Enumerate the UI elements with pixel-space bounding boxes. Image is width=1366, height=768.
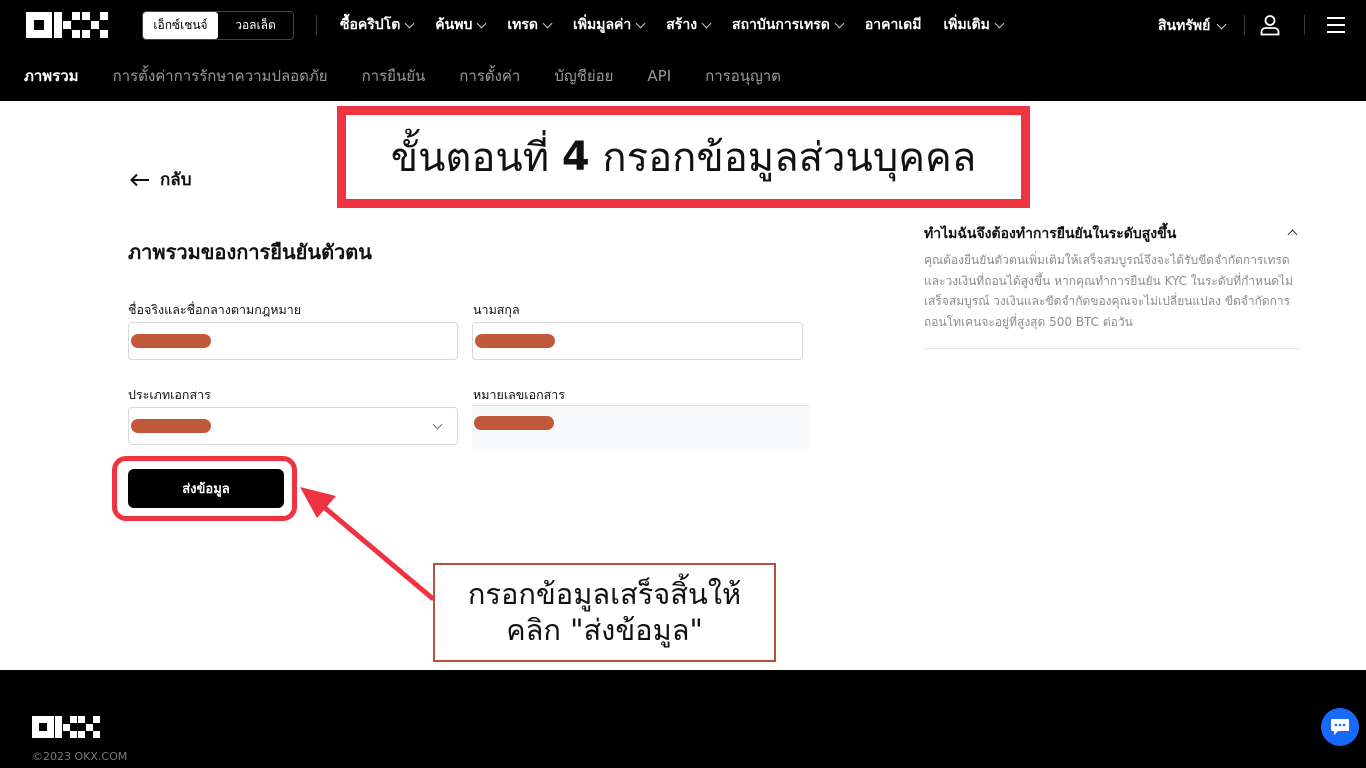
- menu-label: เทรด: [507, 17, 538, 33]
- menu-label: เพิ่มเติม: [943, 17, 990, 33]
- menu-label: เพิ่มมูลค่า: [572, 17, 632, 33]
- callout-line-2: คลิก "ส่งข้อมูล": [506, 612, 703, 647]
- faq-answer: คุณต้องยืนยันตัวตนเพิ่มเติมให้เสร็จสมบูร…: [924, 253, 1294, 329]
- tab-security-settings[interactable]: การตั้งค่าการรักษาความปลอดภัย: [113, 64, 328, 88]
- chevron-down-icon: [834, 18, 845, 28]
- step-prefix: ขั้นตอนที่: [390, 135, 562, 181]
- nav-divider: [1244, 15, 1245, 35]
- first-name-input[interactable]: [128, 322, 458, 360]
- nav-divider: [316, 15, 317, 35]
- back-link[interactable]: กลับ: [130, 166, 192, 193]
- document-type-label: ประเภทเอกสาร: [128, 387, 211, 402]
- assets-label: สินทรัพย์: [1158, 18, 1211, 34]
- copyright-text: ©2023 OKX.COM: [32, 750, 128, 763]
- document-number-label: หมายเลขเอกสาร: [473, 387, 566, 402]
- step-number: 4: [561, 134, 590, 180]
- back-label: กลับ: [160, 170, 192, 190]
- menu-institutional[interactable]: สถาบันการเทรด: [732, 14, 845, 36]
- toggle-wallet[interactable]: วอลเล็ต: [218, 12, 293, 39]
- step-annotation-banner: ขั้นตอนที่ 4 กรอกข้อมูลส่วนบุคคล: [337, 106, 1030, 208]
- footer: ©2023 OKX.COM: [0, 670, 1366, 768]
- footer-okx-logo[interactable]: [32, 716, 100, 738]
- main-menu: ซื้อคริปโต ค้นพบ เทรด เพิ่มมูลค่า สร้าง …: [340, 0, 1005, 50]
- top-navigation-bar: เอ็กซ์เชนจ์ วอลเล็ต ซื้อคริปโต ค้นพบ เทร…: [0, 0, 1366, 50]
- faq-question[interactable]: ทำไมฉันจึงต้องทำการยืนยันในระดับสูงขึ้น: [924, 223, 1244, 245]
- last-name-input[interactable]: [472, 322, 803, 360]
- redacted-value: [474, 416, 554, 430]
- arrow-left-icon: [130, 173, 149, 186]
- menu-buy-crypto[interactable]: ซื้อคริปโต: [340, 14, 415, 36]
- exchange-wallet-toggle: เอ็กซ์เชนจ์ วอลเล็ต: [142, 11, 294, 40]
- menu-label: อาคาเดมี: [864, 17, 922, 33]
- redacted-value: [475, 334, 555, 348]
- tab-sub-accounts[interactable]: บัญชีย่อย: [554, 64, 613, 88]
- menu-discover[interactable]: ค้นพบ: [435, 14, 487, 36]
- chevron-down-icon: [701, 18, 712, 28]
- chevron-down-icon: [635, 18, 646, 28]
- support-chat-button[interactable]: [1321, 708, 1359, 746]
- chevron-down-icon: [404, 18, 415, 28]
- page-title: ภาพรวมของการยืนยันตัวตน: [128, 240, 372, 264]
- menu-label: สถาบันการเทรด: [732, 17, 830, 33]
- document-type-select[interactable]: [128, 407, 458, 445]
- okx-logo[interactable]: [26, 12, 108, 38]
- chevron-down-icon: [542, 18, 553, 28]
- menu-academy[interactable]: อาคาเดมี: [865, 14, 922, 36]
- instruction-callout: กรอกข้อมูลเสร็จสิ้นให้ คลิก "ส่งข้อมูล": [433, 563, 776, 662]
- nav-divider: [1304, 15, 1305, 35]
- menu-label: ซื้อคริปโต: [340, 17, 401, 33]
- menu-trade[interactable]: เทรด: [507, 14, 553, 36]
- chat-bubble-icon: [1331, 719, 1349, 735]
- menu-label: ค้นพบ: [435, 17, 473, 33]
- hamburger-menu-icon[interactable]: [1327, 17, 1345, 33]
- user-icon[interactable]: [1258, 13, 1282, 37]
- last-name-label: นามสกุล: [473, 302, 520, 317]
- tab-verification[interactable]: การยืนยัน: [362, 64, 426, 88]
- chevron-down-icon: [994, 18, 1005, 28]
- toggle-exchange[interactable]: เอ็กซ์เชนจ์: [143, 12, 218, 39]
- account-subnav: ภาพรวม การตั้งค่าการรักษาความปลอดภัย การ…: [0, 50, 1366, 101]
- assets-menu[interactable]: สินทรัพย์: [1158, 15, 1227, 37]
- step-suffix: กรอกข้อมูลส่วนบุคคล: [589, 135, 977, 181]
- faq-divider: [924, 348, 1300, 349]
- redacted-value: [131, 334, 211, 348]
- tab-overview[interactable]: ภาพรวม: [24, 64, 79, 88]
- tab-preferences[interactable]: การตั้งค่า: [459, 64, 520, 88]
- document-number-field: [472, 405, 809, 451]
- menu-label: สร้าง: [666, 17, 698, 33]
- callout-line-1: กรอกข้อมูลเสร็จสิ้นให้: [467, 577, 742, 612]
- redacted-value: [131, 419, 211, 433]
- chevron-down-icon: [432, 419, 443, 430]
- chevron-up-icon[interactable]: [1287, 229, 1298, 240]
- first-name-label: ชื่อจริงและชื่อกลางตามกฎหมาย: [128, 302, 302, 317]
- tab-api[interactable]: API: [647, 67, 671, 85]
- menu-more[interactable]: เพิ่มเติม: [943, 14, 1005, 36]
- submit-button[interactable]: ส่งข้อมูล: [128, 469, 284, 508]
- menu-grow[interactable]: เพิ่มมูลค่า: [572, 14, 646, 36]
- menu-build[interactable]: สร้าง: [666, 14, 712, 36]
- chevron-down-icon: [1216, 19, 1227, 29]
- tab-authorizations[interactable]: การอนุญาต: [705, 64, 781, 88]
- chevron-down-icon: [476, 18, 487, 28]
